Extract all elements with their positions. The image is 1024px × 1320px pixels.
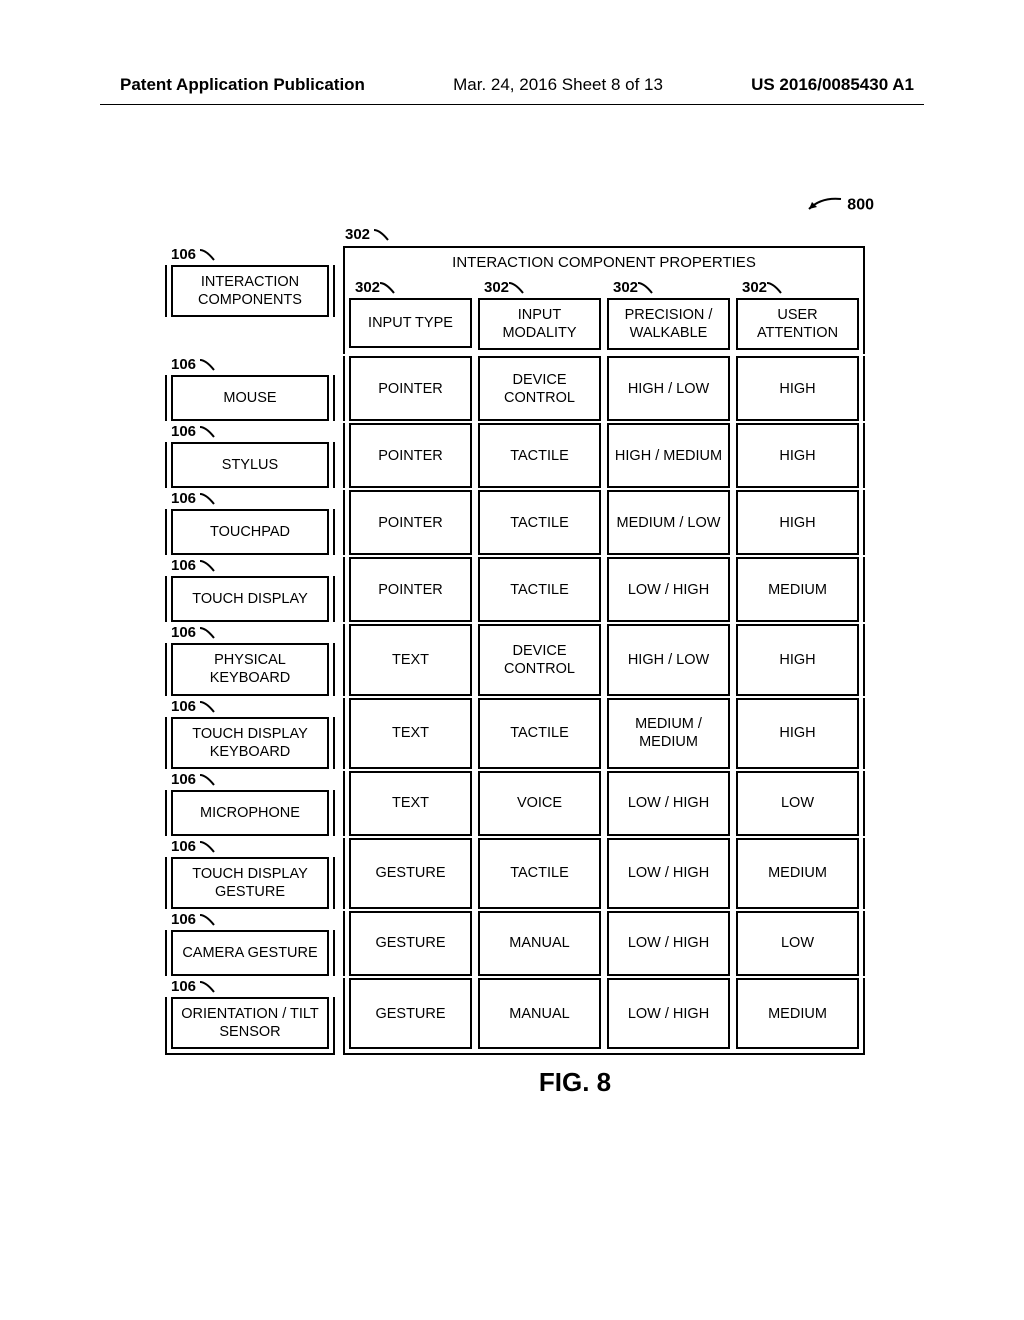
table-row: 106 CAMERA GESTURE GESTURE MANUAL LOW / … — [165, 911, 865, 976]
row-component-name: ORIENTATION / TILT SENSOR — [171, 997, 329, 1049]
row-input-type: POINTER — [349, 557, 472, 622]
ref-106-row: 106 — [171, 624, 335, 641]
ref-106-row: 106 — [171, 356, 335, 373]
row-attention: MEDIUM — [736, 978, 859, 1049]
row-input-modality: MANUAL — [478, 911, 601, 976]
ref-106-row: 106 — [171, 698, 335, 715]
header-right: US 2016/0085430 A1 — [751, 75, 914, 95]
row-component-name: TOUCH DISPLAY KEYBOARD — [171, 717, 329, 769]
figure-caption: FIG. 8 — [285, 1067, 865, 1098]
row-component-name: TOUCH DISPLAY — [171, 576, 329, 622]
page-header: Patent Application Publication Mar. 24, … — [0, 75, 1024, 95]
row-input-type: GESTURE — [349, 911, 472, 976]
row-input-modality: TACTILE — [478, 557, 601, 622]
row-attention: HIGH — [736, 490, 859, 555]
row-input-modality: TACTILE — [478, 698, 601, 769]
row-input-type: GESTURE — [349, 978, 472, 1049]
ref-106-row: 106 — [171, 771, 335, 788]
row-attention: MEDIUM — [736, 838, 859, 909]
row-input-modality: TACTILE — [478, 838, 601, 909]
row-attention: MEDIUM — [736, 557, 859, 622]
row-attention: HIGH — [736, 698, 859, 769]
row-input-type: TEXT — [349, 771, 472, 836]
row-precision: LOW / HIGH — [607, 838, 730, 909]
row-attention: HIGH — [736, 356, 859, 421]
row-input-modality: TACTILE — [478, 490, 601, 555]
row-attention: HIGH — [736, 423, 859, 488]
header-left: Patent Application Publication — [120, 75, 365, 95]
row-input-type: GESTURE — [349, 838, 472, 909]
row-input-modality: TACTILE — [478, 423, 601, 488]
row-precision: HIGH / MEDIUM — [607, 423, 730, 488]
table-row: 106 TOUCH DISPLAY GESTURE GESTURE TACTIL… — [165, 838, 865, 909]
ref-106-header: 106 — [171, 246, 335, 263]
row-precision: LOW / HIGH — [607, 911, 730, 976]
row-input-modality: VOICE — [478, 771, 601, 836]
ref-106-row: 106 — [171, 557, 335, 574]
ref-302-col3: 302 — [613, 279, 730, 296]
row-attention: LOW — [736, 771, 859, 836]
row-input-type: POINTER — [349, 490, 472, 555]
row-component-name: MICROPHONE — [171, 790, 329, 836]
row-precision: LOW / HIGH — [607, 978, 730, 1049]
ref-106-row: 106 — [171, 490, 335, 507]
row-precision: LOW / HIGH — [607, 557, 730, 622]
properties-title: INTERACTION COMPONENT PROPERTIES — [349, 252, 859, 279]
properties-group: INTERACTION COMPONENT PROPERTIES 302 INP… — [343, 246, 865, 354]
row-precision: MEDIUM / MEDIUM — [607, 698, 730, 769]
ref-106-row: 106 — [171, 978, 335, 995]
row-attention: HIGH — [736, 624, 859, 695]
table-row: 106 TOUCH DISPLAY KEYBOARD TEXT TACTILE … — [165, 698, 865, 769]
ref-106-row: 106 — [171, 838, 335, 855]
row-precision: HIGH / LOW — [607, 624, 730, 695]
row-component-name: TOUCHPAD — [171, 509, 329, 555]
row-precision: MEDIUM / LOW — [607, 490, 730, 555]
row-input-type: POINTER — [349, 423, 472, 488]
col-input-modality: INPUT MODALITY — [478, 298, 601, 350]
ref-302-col2: 302 — [484, 279, 601, 296]
row-attention: LOW — [736, 911, 859, 976]
figure-8: 106 INTERACTION COMPONENTS INTERACTION C… — [165, 200, 865, 1098]
row-input-modality: MANUAL — [478, 978, 601, 1049]
col-input-type: INPUT TYPE — [349, 298, 472, 348]
row-component-name: STYLUS — [171, 442, 329, 488]
ref-302-col1: 302 — [355, 279, 472, 296]
row-component-name: MOUSE — [171, 375, 329, 421]
table-row: 106 ORIENTATION / TILT SENSOR GESTURE MA… — [165, 978, 865, 1055]
row-precision: HIGH / LOW — [607, 356, 730, 421]
row-component-name: CAMERA GESTURE — [171, 930, 329, 976]
header-interaction-components: INTERACTION COMPONENTS — [171, 265, 329, 317]
header-rule — [100, 104, 924, 105]
col-precision-walkable: PRECISION / WALKABLE — [607, 298, 730, 350]
row-component-name: TOUCH DISPLAY GESTURE — [171, 857, 329, 909]
row-input-modality: DEVICE CONTROL — [478, 356, 601, 421]
table-row: 106 STYLUS POINTER TACTILE HIGH / MEDIUM… — [165, 423, 865, 488]
table-row: 106 MICROPHONE TEXT VOICE LOW / HIGH LOW — [165, 771, 865, 836]
table-row: 106 MOUSE POINTER DEVICE CONTROL HIGH / … — [165, 356, 865, 421]
row-input-type: TEXT — [349, 698, 472, 769]
table-row: 106 PHYSICAL KEYBOARD TEXT DEVICE CONTRO… — [165, 624, 865, 695]
col-user-attention: USER ATTENTION — [736, 298, 859, 350]
row-component-name: PHYSICAL KEYBOARD — [171, 643, 329, 695]
ref-106-row: 106 — [171, 911, 335, 928]
row-input-type: TEXT — [349, 624, 472, 695]
table-row: 106 TOUCH DISPLAY POINTER TACTILE LOW / … — [165, 557, 865, 622]
row-precision: LOW / HIGH — [607, 771, 730, 836]
ref-106-row: 106 — [171, 423, 335, 440]
table-row: 106 TOUCHPAD POINTER TACTILE MEDIUM / LO… — [165, 490, 865, 555]
header-mid: Mar. 24, 2016 Sheet 8 of 13 — [453, 75, 663, 95]
ref-302-col4: 302 — [742, 279, 859, 296]
row-input-type: POINTER — [349, 356, 472, 421]
row-input-modality: DEVICE CONTROL — [478, 624, 601, 695]
